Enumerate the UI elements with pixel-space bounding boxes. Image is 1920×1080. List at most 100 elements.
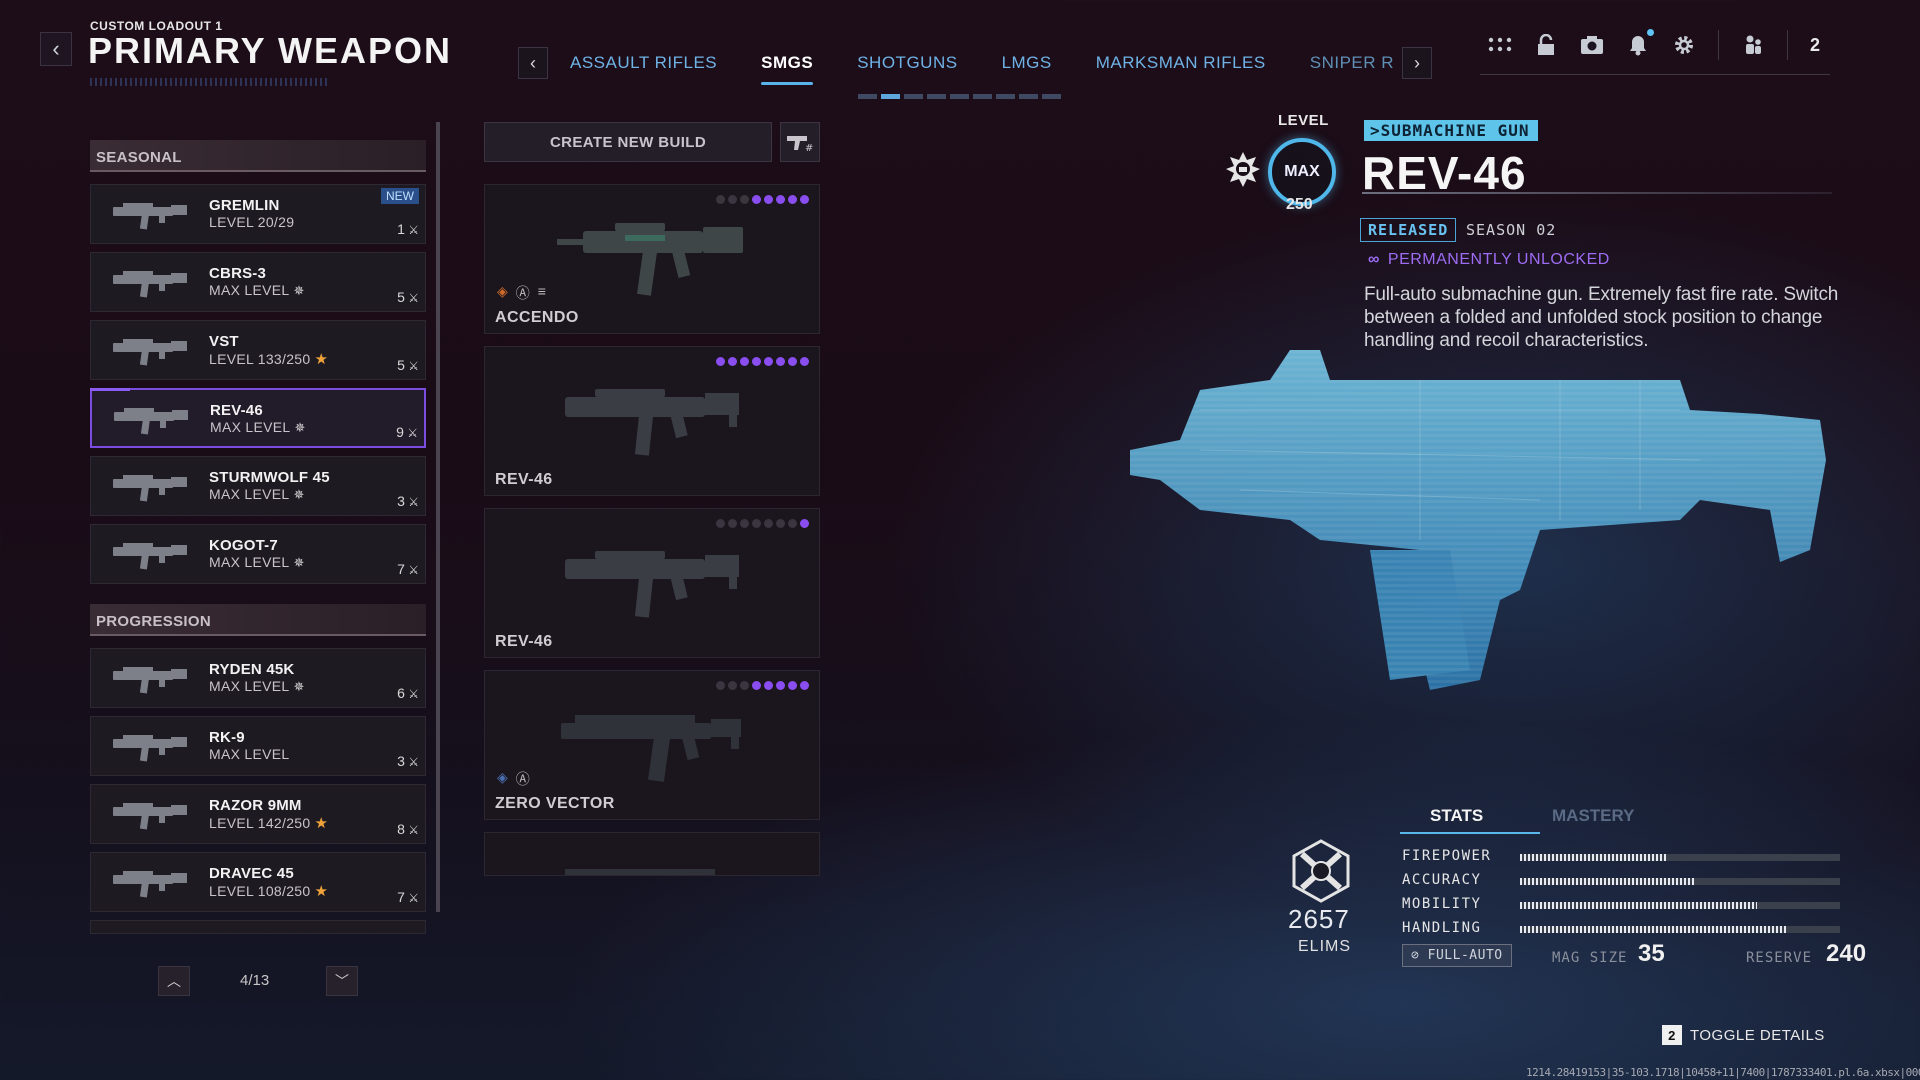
weapon-name-label: STURMWOLF 45 [209,469,330,486]
crossed-guns-icon: ⚔ [404,359,419,373]
weapon-level-label: LEVEL 20/29 [209,214,295,230]
weapon-level-label: MAX LEVEL ✵ [209,554,305,570]
weapon-thumbnail [113,271,187,298]
weapon-list-item[interactable]: RAZOR 9MM LEVEL 142/250 ★ 8 ⚔ [90,784,426,844]
stat-bar-fill [1520,926,1786,933]
elims-count: 2657 [1288,904,1350,934]
page-up-button[interactable]: ︿ [158,966,190,996]
crossed-guns-icon: ⚔ [404,755,419,769]
toggle-details-button[interactable]: 2 TOGGLE DETAILS [1662,1025,1825,1045]
tab-marksman-rifles[interactable]: MARKSMAN RIFLES [1074,53,1288,73]
top-icon-bar: 2 [1488,29,1821,60]
build-attachment-icons: ◈ Ⓐ ≡ [497,283,546,303]
tab-assault-rifles[interactable]: ASSAULT RIFLES [548,53,739,73]
stat-row: FIREPOWER [1400,846,1840,870]
stats-tabs: STATS MASTERY [1399,806,1840,836]
weapon-list-item[interactable]: CBRS-3 MAX LEVEL ✵ 5 ⚔ [90,252,426,312]
icon-separator [1718,30,1719,60]
top-divider [1480,74,1830,75]
bell-icon[interactable] [1626,29,1654,57]
weapon-list-item[interactable]: KOGOT-7 MAX LEVEL ✵ 7 ⚔ [90,524,426,584]
grid-menu-icon[interactable] [1488,33,1512,57]
build-count: 7 ⚔ [397,561,419,577]
build-code-button[interactable]: # [780,122,820,162]
weapon-thumbnail [113,803,187,830]
weapon-level-label: LEVEL 142/250 ★ [209,815,329,832]
weapon-list-item[interactable]: REV-46 MAX LEVEL ✵ 9 ⚔ [90,388,426,448]
stat-name: ACCURACY [1402,872,1482,888]
build-card[interactable]: ◈ Ⓐ ZERO VECTOR [484,670,820,820]
star-icon: ★ [314,351,329,368]
prestige-icon: ✵ [294,420,306,435]
star-icon: ★ [314,883,329,900]
tab-stats[interactable]: STATS [1399,806,1541,834]
stat-bar-fill [1520,902,1757,909]
crossed-guns-icon: ⚔ [404,495,419,509]
chevron-right-icon: › [1414,52,1421,73]
weapon-thumbnail [113,339,187,366]
party-count: 2 [1810,34,1821,55]
weapon-list-item[interactable]: VST LEVEL 133/250 ★ 5 ⚔ [90,320,426,380]
weapon-name-label: CBRS-3 [209,265,267,282]
weapon-list-item[interactable]: STURMWOLF 45 MAX LEVEL ✵ 3 ⚔ [90,456,426,516]
tab-lmgs[interactable]: LMGS [980,53,1074,73]
page-down-button[interactable]: ﹀ [326,966,358,996]
gear-icon[interactable] [1672,33,1696,57]
reserve-value: 240 [1826,940,1867,967]
camo-icon: ◈ [497,283,508,299]
build-card[interactable]: ◈ Ⓐ ≡ ACCENDO [484,184,820,334]
mag-size-label: MAG SIZE [1552,950,1628,966]
stat-row: MOBILITY [1400,894,1840,918]
build-name: ACCENDO [495,309,579,326]
chevron-down-icon: ﹀ [335,973,349,989]
list-item[interactable] [90,920,426,934]
season-label: SEASON 02 [1466,221,1557,239]
build-card[interactable]: REV-46 [484,508,820,658]
prestige-icon: ✵ [293,679,305,694]
stat-name: HANDLING [1402,920,1482,936]
weapon-name-label: VST [209,333,239,350]
tab-prev-button[interactable]: ‹ [518,47,548,79]
weapon-level-label: LEVEL 108/250 ★ [209,883,329,900]
weapon-list-item[interactable]: RYDEN 45K MAX LEVEL ✵ 6 ⚔ [90,648,426,708]
weapon-list-scrollbar[interactable] [436,122,440,912]
build-card[interactable] [484,832,820,876]
unlock-status-text: PERMANENTLY UNLOCKED [1387,251,1610,268]
camera-icon[interactable] [1580,33,1604,57]
back-button[interactable]: ‹ [40,32,72,66]
camo-icon: ◈ [497,769,508,785]
build-count: 3 ⚔ [397,753,419,769]
tab-next-button[interactable]: › [1402,47,1433,79]
tab-shotguns[interactable]: SHOTGUNS [835,53,979,73]
weapon-name-label: REV-46 [210,402,263,419]
weapon-build-image [561,715,741,782]
build-version-code: 1214.28419153|35-103.1718|10458+11|7400|… [1526,1066,1920,1079]
unlock-status: ∞ PERMANENTLY UNLOCKED [1368,251,1610,269]
fire-mode-icon: ⊘ [1411,948,1428,963]
weapon-thumbnail [113,871,187,898]
tab-sniper-rifles[interactable]: SNIPER R [1288,53,1402,73]
weapon-level-label: MAX LEVEL [209,746,290,762]
weapon-list-item[interactable]: GREMLIN LEVEL 20/29 1 ⚔ NEW [90,184,426,244]
build-count: 6 ⚔ [397,685,419,701]
create-new-build-button[interactable]: CREATE NEW BUILD [484,122,772,162]
weapon-list-item[interactable]: RK-9 MAX LEVEL 3 ⚔ [90,716,426,776]
crossed-guns-icon: ⚔ [404,223,419,237]
build-card[interactable]: REV-46 [484,346,820,496]
lock-icon[interactable] [1534,33,1558,57]
weapon-name-label: KOGOT-7 [209,537,278,554]
prestige-icon: ✵ [293,487,305,502]
key-prompt: 2 [1662,1025,1682,1045]
build-count: 7 ⚔ [397,889,419,905]
tab-mastery[interactable]: MASTERY [1552,806,1635,826]
weapon-list-item[interactable]: DRAVEC 45 LEVEL 108/250 ★ 7 ⚔ [90,852,426,912]
weapon-type-badge: >SUBMACHINE GUN [1364,120,1538,141]
prestige-icon: ✵ [293,555,305,570]
level-value: 250 [1286,196,1313,213]
tab-smgs[interactable]: SMGS [739,53,835,85]
stat-row: HANDLING [1400,918,1840,942]
crossed-guns-icon: ⚔ [404,823,419,837]
weapon-level-label: LEVEL 133/250 ★ [209,351,329,368]
party-icon[interactable] [1741,33,1765,57]
weapon-thumbnail [113,735,187,762]
